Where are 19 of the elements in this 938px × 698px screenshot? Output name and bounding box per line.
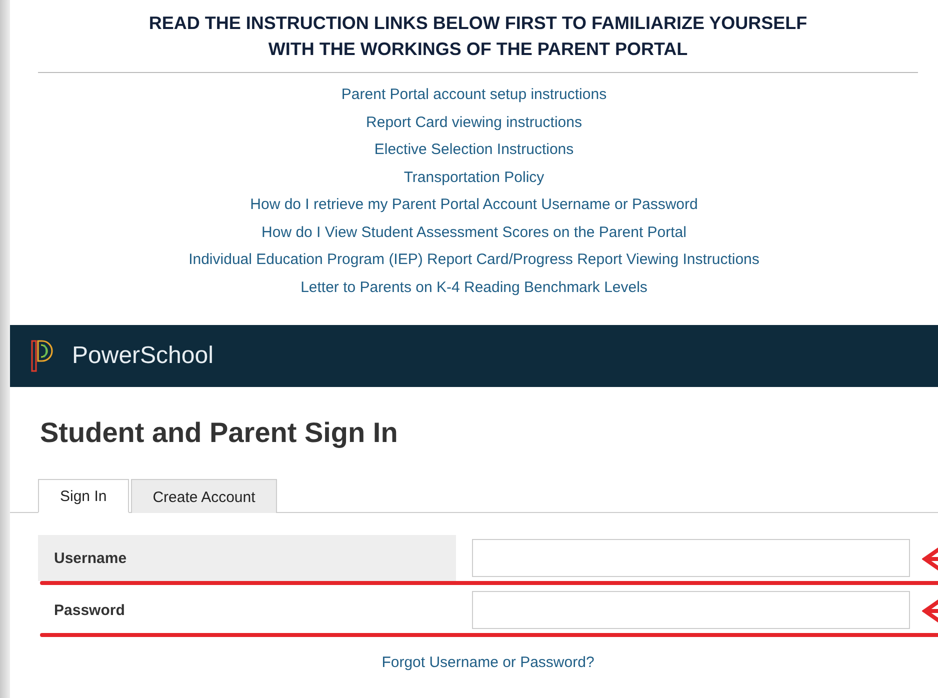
input-field[interactable] (472, 591, 910, 629)
tab[interactable]: Sign In (38, 479, 129, 513)
instruction-link[interactable]: Letter to Parents on K-4 Reading Benchmark Levels (300, 278, 648, 297)
notice-title: READ THE INSTRUCTION LINKS BELOW FIRST TO FAMILIARIZE YOURSELF WITH THE WORKINGS OF THE PARENT PORTAL (148, 12, 808, 61)
tab[interactable]: Create Account (130, 479, 278, 513)
page-heading: Student and Parent Sign In (40, 417, 399, 449)
instruction-link[interactable]: How do I retrieve my Parent Portal Account Username or Password (250, 195, 698, 214)
brand-name: PowerSchool (72, 342, 214, 370)
field-label: Username (54, 550, 127, 566)
instruction-link[interactable]: Parent Portal account setup instructions (341, 85, 607, 104)
instruction-link[interactable]: Transportation Policy (404, 168, 544, 187)
field-label: Password (54, 602, 125, 618)
logo-icon (30, 339, 56, 373)
instruction-link[interactable]: Elective Selection Instructions (374, 140, 574, 160)
instruction-link[interactable]: Individual Education Program (IEP) Report Card/Progress Report Viewing Instructions (188, 250, 760, 270)
instruction-link[interactable]: How do I View Student Assessment Scores on the Parent Portal (262, 222, 686, 242)
instruction-link[interactable]: Report Card viewing instructions (366, 112, 582, 132)
forgot-link[interactable]: Forgot Username or Password? (382, 654, 594, 671)
input-field[interactable] (472, 539, 910, 577)
